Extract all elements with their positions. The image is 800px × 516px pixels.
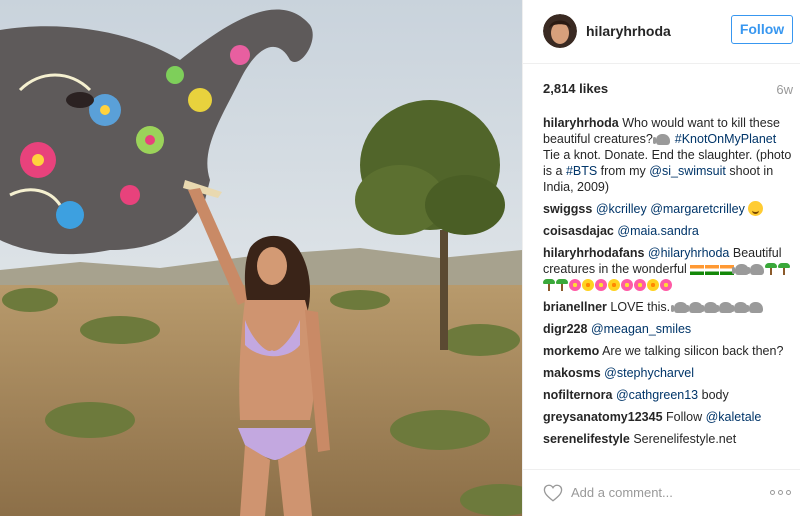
- header-username[interactable]: hilaryhrhoda: [586, 23, 671, 39]
- elephant-emoji-icon: [745, 302, 763, 313]
- flower-emoji-icon: [621, 279, 633, 291]
- comment-item: morkemo Are we talking silicon back then…: [543, 343, 795, 359]
- palm-emoji-icon: [543, 279, 555, 291]
- mention-link[interactable]: @si_swimsuit: [649, 164, 726, 178]
- comment-list: hilaryhrhoda Who would want to kill thes…: [543, 115, 795, 465]
- comment-item: coisasdajac @maia.sandra: [543, 223, 795, 239]
- heart-outline-icon[interactable]: [543, 484, 563, 502]
- flower-emoji-icon: [660, 279, 672, 291]
- follow-button[interactable]: Follow: [731, 15, 793, 44]
- flower-yellow-emoji-icon: [647, 279, 659, 291]
- flower-emoji-icon: [569, 279, 581, 291]
- elephant-emoji-icon: [747, 264, 765, 275]
- likes-row: 2,814 likes 6w: [543, 81, 793, 99]
- comment-username[interactable]: serenelifestyle: [543, 432, 630, 446]
- comment-item: makosms @stephycharvel: [543, 365, 795, 381]
- comment-item: serenelifestyle Serenelifestyle.net: [543, 431, 795, 447]
- smile-emoji-icon: [748, 201, 764, 216]
- post-age[interactable]: 6w: [776, 82, 793, 97]
- mention-link[interactable]: @cathgreen13: [616, 388, 698, 402]
- comment-item: brianellner LOVE this.: [543, 299, 795, 315]
- comment-text: LOVE this.: [606, 300, 674, 314]
- comment-text: Follow: [662, 410, 706, 424]
- post-header: hilaryhrhoda Follow: [523, 0, 800, 64]
- comment-item: hilaryhrhodafans @hilaryhrhoda Beautiful…: [543, 245, 795, 293]
- comment-footer: [523, 469, 800, 516]
- mention-link[interactable]: @maia.sandra: [617, 224, 698, 238]
- mention-link[interactable]: @hilaryhrhoda: [648, 246, 729, 260]
- flower-yellow-emoji-icon: [608, 279, 620, 291]
- palm-emoji-icon: [778, 263, 791, 275]
- more-options-icon[interactable]: [770, 485, 794, 499]
- add-comment-input[interactable]: [571, 480, 751, 504]
- comment-item: hilaryhrhoda Who would want to kill thes…: [543, 115, 795, 195]
- mention-link[interactable]: @stephycharvel: [604, 366, 694, 380]
- flower-emoji-icon: [634, 279, 646, 291]
- comment-username[interactable]: brianellner: [543, 300, 607, 314]
- mention-link[interactable]: @kcrilley: [596, 202, 647, 216]
- likes-count[interactable]: 2,814 likes: [543, 81, 608, 96]
- mention-link[interactable]: @margaretcrilley: [650, 202, 745, 216]
- avatar[interactable]: [543, 14, 577, 48]
- comment-username[interactable]: nofilternora: [543, 388, 612, 402]
- hashtag-link[interactable]: #KnotOnMyPlanet: [675, 132, 776, 146]
- comment-username[interactable]: morkemo: [543, 344, 599, 358]
- comment-username[interactable]: hilaryhrhodafans: [543, 246, 644, 260]
- flag-emoji-icon: [705, 265, 720, 275]
- comment-item: swiggss @kcrilley @margaretcrilley: [543, 201, 795, 217]
- elephant-emoji-icon: [653, 134, 671, 145]
- comment-text: from my: [597, 164, 650, 178]
- comment-text: Are we talking silicon back then?: [599, 344, 784, 358]
- comment-item: digr228 @meagan_smiles: [543, 321, 795, 337]
- comment-username[interactable]: swiggss: [543, 202, 592, 216]
- flower-yellow-emoji-icon: [582, 279, 594, 291]
- comment-username[interactable]: hilaryhrhoda: [543, 116, 619, 130]
- post-photo[interactable]: [0, 0, 522, 516]
- comment-username[interactable]: greysanatomy12345: [543, 410, 663, 424]
- mention-link[interactable]: @kaletale: [706, 410, 762, 424]
- hashtag-link[interactable]: #BTS: [566, 164, 597, 178]
- post-sidebar: hilaryhrhoda Follow 2,814 likes 6w hilar…: [522, 0, 800, 516]
- palm-emoji-icon: [556, 279, 568, 291]
- flag-emoji-icon: [690, 265, 705, 275]
- comment-text: Serenelifestyle.net: [629, 432, 737, 446]
- flower-emoji-icon: [595, 279, 607, 291]
- palm-emoji-icon: [765, 263, 778, 275]
- comment-username[interactable]: digr228: [543, 322, 587, 336]
- mention-link[interactable]: @meagan_smiles: [591, 322, 691, 336]
- comment-username[interactable]: makosms: [543, 366, 601, 380]
- comment-username[interactable]: coisasdajac: [543, 224, 614, 238]
- comment-text: body: [698, 388, 729, 402]
- comment-item: nofilternora @cathgreen13 body: [543, 387, 795, 403]
- comment-item: greysanatomy12345 Follow @kaletale: [543, 409, 795, 425]
